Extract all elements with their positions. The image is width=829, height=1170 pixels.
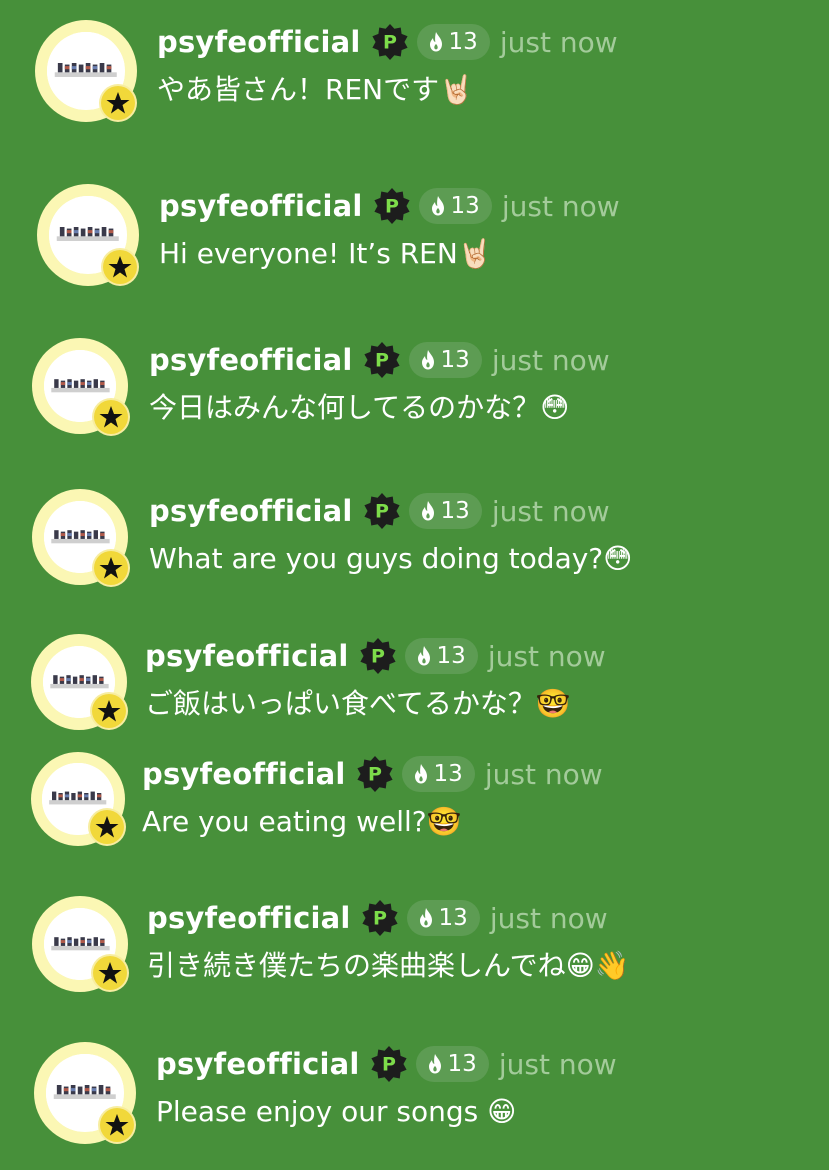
- p-badge-icon: P: [361, 899, 399, 937]
- fire-icon: [431, 196, 444, 216]
- message-text: やあ皆さん！RENです🤘🏻: [157, 73, 474, 106]
- chat-message-list: psyfeofficial P 13 just now やあ皆さん！RENです🤘…: [0, 0, 829, 1170]
- fire-icon: [414, 764, 427, 784]
- star-icon: [93, 956, 127, 990]
- streak-pill: 13: [408, 342, 482, 378]
- fire-icon: [428, 1054, 441, 1074]
- timestamp: just now: [501, 189, 620, 223]
- fire-icon: [421, 350, 434, 370]
- star-icon: [103, 250, 137, 284]
- timestamp: just now: [484, 757, 603, 791]
- star-icon: [94, 551, 128, 585]
- timestamp: just now: [487, 639, 606, 673]
- star-icon: [94, 400, 128, 434]
- streak-count: 13: [436, 643, 466, 669]
- message-text: 引き続き僕たちの楽曲楽しんでね😁👋: [147, 949, 630, 982]
- p-badge-icon: P: [359, 637, 397, 675]
- svg-text:P: P: [375, 350, 389, 372]
- username[interactable]: psyfeofficial: [149, 343, 353, 377]
- timestamp: just now: [491, 343, 610, 377]
- streak-count: 13: [438, 905, 468, 931]
- username[interactable]: psyfeofficial: [147, 901, 351, 935]
- streak-pill: 13: [418, 188, 492, 224]
- svg-text:P: P: [383, 32, 397, 54]
- timestamp: just now: [489, 901, 608, 935]
- fire-icon: [419, 908, 432, 928]
- message-text: What are you guys doing today?😳: [149, 542, 633, 575]
- message-text: 今日はみんな何してるのかな？😳: [149, 391, 570, 424]
- username[interactable]: psyfeofficial: [145, 639, 349, 673]
- star-icon: [100, 1108, 134, 1142]
- p-badge-icon: P: [363, 492, 401, 530]
- username[interactable]: psyfeofficial: [157, 25, 361, 59]
- streak-pill: 13: [415, 1046, 489, 1082]
- streak-pill: 13: [406, 900, 480, 936]
- streak-count: 13: [448, 29, 478, 55]
- p-badge-icon: P: [371, 23, 409, 61]
- svg-text:P: P: [373, 908, 387, 930]
- streak-pill: 13: [416, 24, 490, 60]
- fire-icon: [421, 501, 434, 521]
- streak-count: 13: [440, 498, 470, 524]
- message-text: Please enjoy our songs 😁: [156, 1095, 517, 1128]
- streak-count: 13: [447, 1051, 477, 1077]
- username[interactable]: psyfeofficial: [149, 494, 353, 528]
- p-badge-icon: P: [373, 187, 411, 225]
- svg-text:P: P: [382, 1054, 396, 1076]
- svg-text:P: P: [368, 764, 382, 786]
- streak-count: 13: [450, 193, 480, 219]
- fire-icon: [417, 646, 430, 666]
- username[interactable]: psyfeofficial: [156, 1047, 360, 1081]
- username[interactable]: psyfeofficial: [159, 189, 363, 223]
- streak-count: 13: [433, 761, 463, 787]
- message-text: Are you eating well?🤓: [142, 805, 462, 838]
- timestamp: just now: [499, 25, 618, 59]
- star-icon: [101, 86, 135, 120]
- p-badge-icon: P: [356, 755, 394, 793]
- fire-icon: [429, 32, 442, 52]
- message-text: ご飯はいっぱい食べてるかな？🤓: [145, 687, 571, 720]
- username[interactable]: psyfeofficial: [142, 757, 346, 791]
- timestamp: just now: [491, 494, 610, 528]
- streak-pill: 13: [404, 638, 478, 674]
- timestamp: just now: [498, 1047, 617, 1081]
- svg-text:P: P: [385, 196, 399, 218]
- streak-pill: 13: [401, 756, 475, 792]
- streak-count: 13: [440, 347, 470, 373]
- message-text: Hi everyone! It’s REN🤘🏻: [159, 237, 493, 270]
- svg-text:P: P: [375, 501, 389, 523]
- svg-text:P: P: [371, 646, 385, 668]
- p-badge-icon: P: [370, 1045, 408, 1083]
- star-icon: [92, 694, 126, 728]
- streak-pill: 13: [408, 493, 482, 529]
- star-icon: [90, 810, 124, 844]
- p-badge-icon: P: [363, 341, 401, 379]
